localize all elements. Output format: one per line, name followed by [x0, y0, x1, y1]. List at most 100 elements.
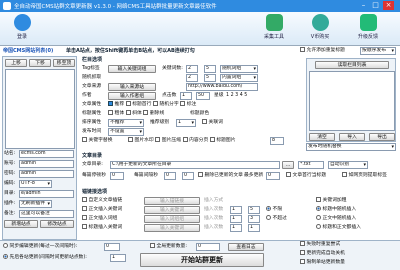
interval-from-input[interactable]: 0	[164, 172, 176, 180]
upgrade-label: 升级反馈	[357, 34, 378, 40]
account-input[interactable]: admin	[19, 160, 74, 168]
ext-input[interactable]: *.txt	[298, 161, 324, 169]
minimize-icon[interactable]: –	[358, 1, 369, 10]
retry-check[interactable]: 失败时重复尝试	[300, 241, 340, 249]
keyword-insert-button[interactable]: 输入关键词	[144, 206, 200, 214]
login-button[interactable]: 登录	[2, 14, 42, 44]
title-color-label: 标题颜色	[190, 111, 210, 116]
close-icon[interactable]: ×	[383, 1, 394, 10]
keyword-insert-to[interactable]: 5	[248, 206, 260, 214]
right-check-2[interactable]: 正文中随机插入	[316, 215, 356, 223]
sequential-input[interactable]: 1	[110, 254, 126, 262]
delete-after-check[interactable]: 删除已更新的文章	[198, 172, 243, 180]
right-check-0[interactable]: 关键词加粗	[316, 197, 347, 205]
title-keyword-button[interactable]: 输入关键词	[144, 224, 200, 232]
title-keyword-to[interactable]: 1	[248, 224, 260, 232]
max-input[interactable]: 0	[266, 172, 280, 180]
limit-count-check[interactable]: 限制单站更新数量	[300, 259, 345, 267]
fetch-from-input[interactable]: 2	[186, 74, 198, 82]
maximize-icon[interactable]: □	[370, 1, 381, 10]
keyword-method-select[interactable]: 随机词组	[220, 65, 258, 73]
anchor-link-button[interactable]: 输入锚链接	[144, 197, 200, 205]
anchor-mode-not-limited[interactable]: 不限	[266, 206, 282, 214]
interval-to-input[interactable]: 0	[182, 172, 194, 180]
click-to-input[interactable]: 50	[196, 92, 210, 100]
upgrade-button[interactable]: 升级反馈	[348, 14, 388, 44]
fetch-method-select[interactable]: 内置词组	[220, 74, 258, 82]
sequential-radio[interactable]: 先后各站更新(间隔时间更新站点数):	[3, 254, 87, 262]
site-list[interactable]	[5, 69, 75, 149]
right-check-1[interactable]: 标题中随机插入	[316, 206, 356, 214]
dir-path-input[interactable]: C:\用于更新的文章所在目录	[110, 161, 280, 169]
keyword-from-input[interactable]: 2	[186, 65, 198, 73]
title-attr-checks[interactable]: 粗体 斜体 删除线	[108, 110, 164, 118]
password-input[interactable]: admin	[19, 170, 74, 178]
site-name-input[interactable]: ecms.com	[19, 150, 74, 158]
anchor-row-0[interactable]: 自定义文章插链	[82, 197, 122, 205]
tools-button[interactable]: 采集工具	[254, 14, 294, 44]
source-url-input[interactable]: http://www.baidu.com/	[186, 83, 258, 91]
anchor-mode-max[interactable]: 不超过	[266, 215, 287, 223]
level-select[interactable]: 1	[176, 119, 196, 127]
move-down-button[interactable]: 下移	[29, 59, 51, 67]
allow-dup-checkbox[interactable]	[300, 47, 305, 52]
move-top-button[interactable]: 移至顶	[53, 59, 75, 67]
global-count-input[interactable]: 0	[196, 243, 220, 251]
sync-input[interactable]: 0	[104, 243, 120, 251]
note-label: 备注:	[4, 211, 16, 216]
add-site-button[interactable]: 新增站点	[4, 220, 38, 228]
category-list[interactable]	[309, 71, 395, 131]
keyword-replace-check[interactable]: 关键字替换	[82, 137, 113, 145]
extract-tag-check[interactable]: 如网页则提取标签	[342, 172, 387, 180]
encoding-select[interactable]: UTF-8	[19, 180, 52, 188]
click-from-input[interactable]: 1	[180, 92, 192, 100]
page-len-input[interactable]: 8	[270, 137, 284, 145]
coin-button[interactable]: V币购买	[300, 14, 340, 44]
start-button[interactable]: 开始站群更新	[140, 253, 264, 267]
global-count-check[interactable]: 全局更新数量:	[150, 243, 187, 251]
anchor-row-2[interactable]: 正文插入词组	[82, 215, 117, 223]
order-select[interactable]: 按顺序发布	[360, 47, 396, 55]
sync-radio[interactable]: 同步编辑更新(每过一次间隔时):	[3, 243, 77, 251]
anchor-row-3[interactable]: 标题插入关键词	[82, 224, 122, 232]
plugin-select[interactable]: 无刷新插件	[19, 200, 52, 208]
tag-button[interactable]: 输入关键词组	[108, 65, 156, 73]
random-replace-select[interactable]: 发布时随机替换	[306, 143, 396, 151]
anchor-row-1[interactable]: 正文插入关键词	[82, 206, 122, 214]
allow-dup-check[interactable]: 允许添加重复标题	[300, 47, 345, 55]
edit-site-button[interactable]: 修改站点	[40, 220, 74, 228]
content-options: 文章目录 文章目录: C:\用于更新的文章所在目录 ... *.txt 自动识别…	[80, 152, 396, 188]
author-button[interactable]: 输入作者组	[108, 92, 156, 100]
import-button[interactable]: 导入	[339, 133, 365, 141]
phrase-insert-from[interactable]: 1	[230, 215, 242, 223]
read-category-button[interactable]: 读取栏目列表	[315, 61, 389, 69]
title-keyword-from[interactable]: 1	[230, 224, 242, 232]
browse-button[interactable]: ...	[282, 161, 294, 169]
right-check-3[interactable]: 标题和正文都插入	[316, 224, 361, 232]
export-button[interactable]: 导出	[369, 133, 395, 141]
title-keyword-times-label: 插入次数	[204, 225, 224, 230]
clear-button[interactable]: 清空	[309, 133, 335, 141]
time-select[interactable]: 不设置	[108, 128, 144, 136]
click-label: 点击数	[162, 93, 177, 98]
sort-select[interactable]: 不推荐	[108, 119, 144, 127]
phrase-insert-button[interactable]: 输入词组组	[144, 215, 200, 223]
view-log-button[interactable]: 查看日志	[228, 243, 264, 251]
first-line-title-check[interactable]: 文章首行当标题	[286, 172, 326, 180]
keyword-to-input[interactable]: 5	[204, 65, 216, 73]
auto-shutdown-check[interactable]: 更新完成自动关机	[300, 250, 345, 258]
note-input[interactable]: 这里可以备注	[19, 210, 74, 218]
dir-input[interactable]: e/admin	[19, 190, 74, 198]
move-up-button[interactable]: 上移	[5, 59, 27, 67]
phrase-insert-to[interactable]: 3	[248, 215, 260, 223]
publish-input[interactable]: 0	[110, 172, 124, 180]
source-label: 文章来源	[82, 84, 102, 89]
fetch-to-input[interactable]: 5	[204, 74, 216, 82]
source-button[interactable]: 输入来源站	[108, 83, 156, 91]
related-check[interactable]: 关联词	[202, 119, 223, 127]
star-values[interactable]: 1 2 3 4 5	[226, 92, 247, 100]
attr-checks[interactable]: 推荐 标题首行 随机分字 标注	[108, 101, 196, 109]
file-encoding-select[interactable]: 自动识别	[328, 161, 368, 169]
keyword-insert-from[interactable]: 1	[230, 206, 242, 214]
image-options[interactable]: 图片水印 图片压缩 内容分页 标题图片	[128, 137, 236, 145]
